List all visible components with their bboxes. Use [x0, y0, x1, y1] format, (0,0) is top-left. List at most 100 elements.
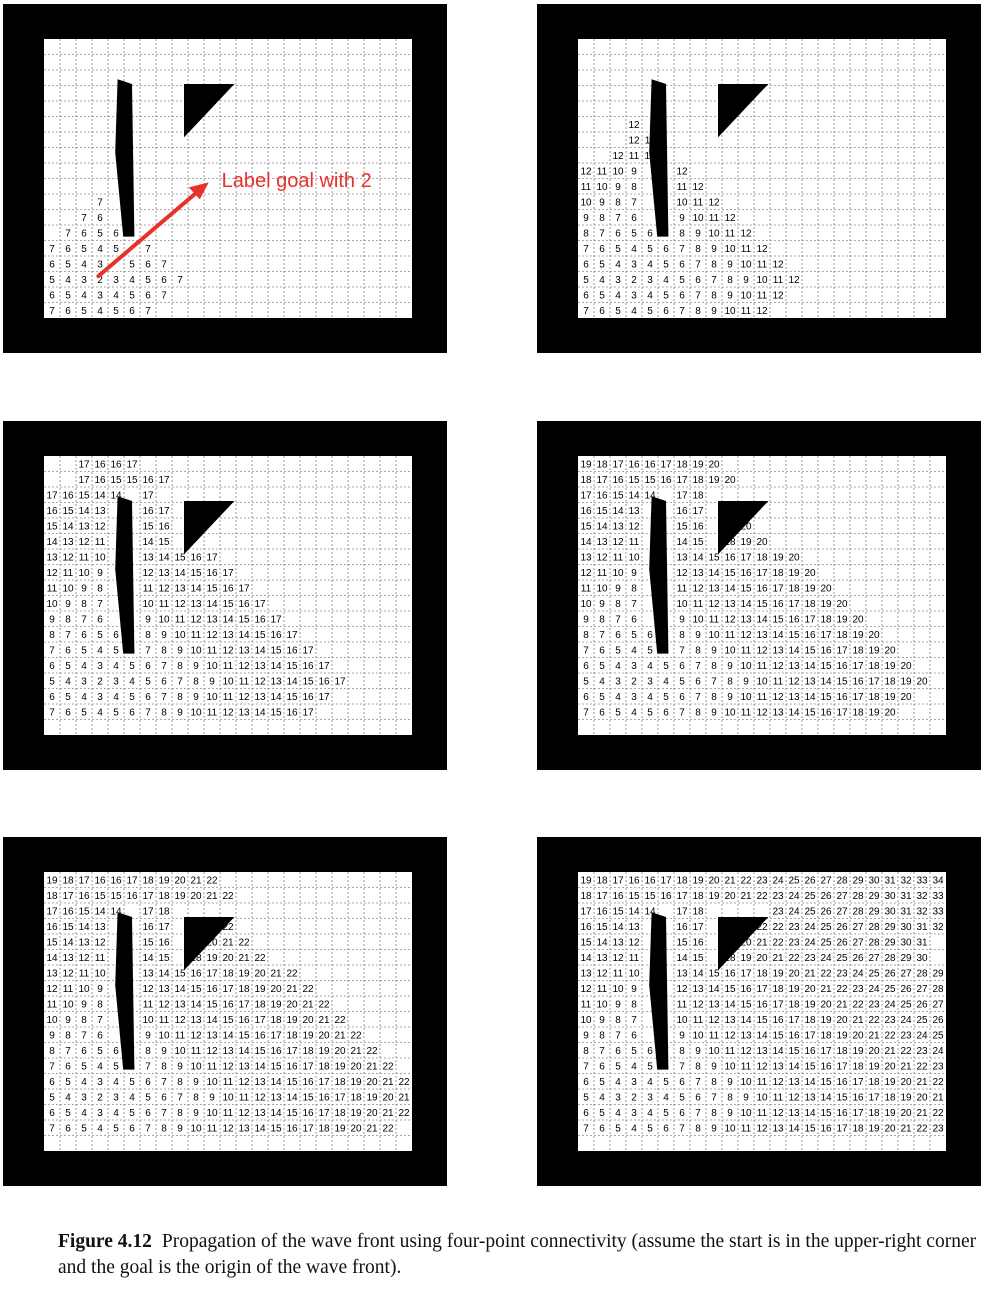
cell-value: 6 — [663, 645, 669, 656]
cell-value: 26 — [916, 999, 928, 1010]
cell-value: 11 — [191, 1046, 202, 1057]
cell-value: 6 — [663, 306, 669, 317]
cell-value: 13 — [580, 968, 592, 979]
cell-value: 9 — [177, 645, 183, 656]
cell-value: 4 — [97, 1123, 103, 1134]
cell-value: 4 — [129, 1092, 135, 1103]
cell-value: 15 — [756, 599, 768, 610]
cell-value: 15 — [62, 922, 74, 933]
cell-value: 16 — [238, 1015, 250, 1026]
cell-value: 20 — [366, 1077, 378, 1088]
cell-value: 10 — [740, 259, 752, 270]
cell-value: 10 — [740, 290, 752, 301]
cell-value: 23 — [884, 1015, 896, 1026]
cell-value: 8 — [711, 1077, 717, 1088]
cell-value: 13 — [78, 937, 90, 948]
cell-value: 8 — [695, 707, 701, 718]
cell-value: 4 — [65, 275, 71, 286]
cell-value: 2 — [97, 676, 103, 687]
cell-value: 9 — [161, 630, 167, 641]
cell-value: 14 — [286, 676, 298, 687]
cell-value: 6 — [145, 692, 151, 703]
cell-value: 21 — [836, 999, 848, 1010]
cell-value: 4 — [599, 275, 605, 286]
cell-value: 16 — [676, 506, 688, 517]
cell-value: 8 — [695, 645, 701, 656]
cell-value: 9 — [615, 182, 621, 193]
cell-value: 4 — [81, 290, 87, 301]
cell-value: 13 — [238, 707, 250, 718]
cell-value: 8 — [145, 630, 151, 641]
cell-value: 9 — [81, 999, 87, 1010]
cell-value: 4 — [81, 259, 87, 270]
cell-value: 29 — [900, 953, 912, 964]
cell-value: 2 — [631, 1092, 637, 1103]
cell-value: 16 — [836, 661, 848, 672]
cell-value: 13 — [708, 999, 720, 1010]
cell-value: 12 — [78, 537, 90, 548]
cell-value: 4 — [81, 661, 87, 672]
cell-value: 8 — [711, 692, 717, 703]
cell-value: 26 — [836, 937, 848, 948]
cell-value: 16 — [46, 506, 58, 517]
cell-value: 22 — [398, 1108, 410, 1119]
cell-value: 8 — [81, 599, 87, 610]
cell-value: 5 — [647, 707, 653, 718]
cell-value: 8 — [631, 583, 637, 594]
cell-value: 22 — [788, 953, 800, 964]
cell-value: 18 — [852, 1123, 864, 1134]
cell-value: 9 — [145, 1030, 151, 1041]
cell-value: 13 — [206, 1030, 218, 1041]
cell-value: 6 — [679, 1108, 685, 1119]
cell-value: 9 — [711, 244, 717, 255]
cell-value: 12 — [206, 1046, 218, 1057]
cell-value: 12 — [708, 197, 720, 208]
cell-value: 6 — [631, 614, 637, 625]
cell-value: 17 — [78, 475, 90, 486]
cell-value: 16 — [62, 490, 74, 501]
cell-value: 5 — [65, 661, 71, 672]
cell-value: 14 — [740, 599, 752, 610]
cell-value: 17 — [596, 475, 608, 486]
cell-value: 5 — [129, 259, 135, 270]
cell-value: 15 — [756, 1015, 768, 1026]
cell-value: 12 — [94, 937, 106, 948]
cell-value: 5 — [97, 1046, 103, 1057]
cell-value: 24 — [868, 984, 880, 995]
cell-value: 5 — [65, 259, 71, 270]
cell-value: 8 — [65, 614, 71, 625]
cell-value: 29 — [932, 968, 944, 979]
cell-value: 16 — [302, 661, 314, 672]
cell-value: 15 — [580, 521, 592, 532]
cell-value: 16 — [286, 1123, 298, 1134]
cell-value: 15 — [270, 645, 282, 656]
cell-value: 20 — [270, 984, 282, 995]
cell-value: 9 — [599, 599, 605, 610]
cell-value: 30 — [884, 891, 896, 902]
cell-value: 12 — [142, 984, 154, 995]
cell-value: 7 — [145, 1123, 151, 1134]
cell-value: 15 — [772, 1030, 784, 1041]
cell-value: 6 — [599, 707, 605, 718]
cell-value: 21 — [916, 1077, 928, 1088]
cell-value: 19 — [740, 537, 752, 548]
cell-value: 21 — [932, 1092, 944, 1103]
cell-value: 14 — [724, 999, 736, 1010]
cell-value: 5 — [81, 1061, 87, 1072]
cell-value: 24 — [788, 906, 800, 917]
cell-value: 14 — [142, 537, 154, 548]
figure-caption-text: Propagation of the wave front using four… — [58, 1231, 977, 1278]
cell-value: 18 — [158, 891, 170, 902]
cell-value: 13 — [190, 599, 202, 610]
cell-value: 20 — [756, 537, 768, 548]
cell-value: 17 — [158, 922, 170, 933]
cell-value: 12 — [756, 707, 768, 718]
cell-value: 14 — [724, 583, 736, 594]
cell-value: 20 — [302, 1015, 314, 1026]
cell-value: 20 — [756, 953, 768, 964]
cell-value: 18 — [190, 953, 202, 964]
cell-value: 13 — [190, 1015, 202, 1026]
cell-value: 28 — [836, 875, 848, 886]
cell-value: 11 — [645, 135, 656, 146]
cell-value: 12 — [238, 1077, 250, 1088]
